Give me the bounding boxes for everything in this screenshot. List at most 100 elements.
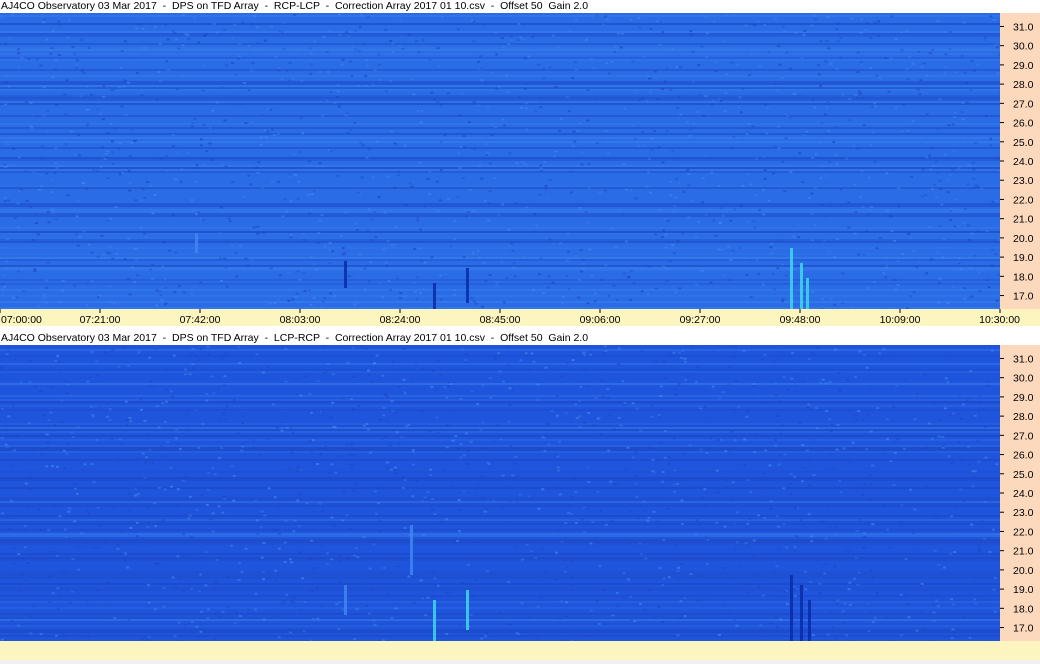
noise-speckle: [521, 161, 525, 164]
noise-speckle: [970, 232, 974, 235]
noise-speckle: [291, 601, 295, 604]
noise-speckle: [453, 288, 457, 291]
noise-speckle: [105, 251, 109, 254]
noise-speckle: [201, 423, 205, 425]
noise-speckle: [282, 48, 286, 51]
noise-speckle: [45, 465, 49, 468]
noise-speckle: [687, 216, 691, 219]
noise-speckle: [490, 134, 494, 137]
noise-speckle: [543, 570, 547, 573]
noise-speckle: [886, 528, 890, 531]
noise-speckle: [932, 164, 936, 167]
noise-speckle: [102, 254, 106, 256]
noise-speckle: [285, 210, 289, 213]
noise-speckle: [490, 123, 494, 126]
noise-speckle: [946, 178, 950, 181]
noise-speckle: [892, 484, 896, 487]
noise-speckle: [436, 101, 440, 103]
noise-speckle: [366, 83, 370, 86]
noise-speckle: [51, 465, 54, 467]
noise-speckle: [260, 114, 264, 117]
noise-speckle: [354, 30, 358, 33]
noise-speckle: [973, 598, 977, 601]
noise-speckle: [955, 530, 959, 533]
noise-speckle: [483, 199, 487, 202]
noise-speckle: [936, 171, 940, 174]
y-tick-label: 24.0: [1013, 156, 1034, 168]
noise-speckle: [363, 288, 367, 291]
noise-speckle: [675, 66, 679, 68]
noise-speckle: [336, 174, 340, 177]
noise-speckle: [27, 422, 31, 425]
noise-speckle: [567, 512, 571, 514]
noise-speckle: [308, 289, 311, 292]
noise-speckle: [569, 513, 573, 515]
noise-speckle: [625, 407, 629, 409]
noise-speckle: [989, 137, 993, 140]
noise-speckle: [694, 381, 698, 384]
noise-speckle: [282, 600, 286, 603]
noise-speckle: [390, 243, 394, 246]
noise-speckle: [704, 16, 708, 19]
noise-speckle: [919, 79, 923, 82]
noise-speckle: [657, 414, 661, 417]
noise-speckle: [950, 461, 954, 464]
noise-speckle: [106, 150, 110, 153]
noise-speckle: [674, 394, 678, 396]
noise-speckle: [821, 520, 825, 523]
noise-speckle: [507, 581, 511, 584]
noise-speckle: [197, 359, 201, 362]
noise-speckle: [497, 85, 501, 88]
noise-speckle: [507, 228, 511, 231]
noise-speckle: [824, 537, 828, 540]
noise-speckle: [617, 416, 621, 419]
noise-speckle: [830, 423, 834, 426]
noise-speckle: [64, 535, 68, 538]
noise-speckle: [111, 507, 115, 510]
noise-speckle: [234, 73, 238, 76]
noise-speckle: [625, 240, 628, 243]
noise-speckle: [253, 15, 256, 17]
noise-speckle: [993, 44, 997, 47]
noise-speckle: [143, 232, 147, 235]
noise-speckle: [543, 449, 547, 452]
noise-speckle: [574, 19, 578, 22]
noise-speckle: [648, 77, 652, 80]
noise-speckle: [687, 173, 691, 176]
noise-speckle: [735, 541, 739, 544]
noise-speckle: [992, 18, 996, 21]
noise-speckle: [810, 24, 814, 27]
noise-speckle: [901, 253, 904, 256]
noise-speckle: [984, 456, 988, 459]
noise-speckle: [517, 22, 521, 25]
noise-speckle: [0, 366, 4, 369]
noise-speckle: [694, 486, 698, 488]
noise-speckle: [288, 175, 292, 178]
noise-speckle: [721, 214, 725, 217]
noise-speckle: [714, 70, 718, 73]
noise-speckle: [145, 456, 148, 459]
noise-speckle: [915, 393, 919, 396]
noise-speckle: [677, 351, 681, 354]
noise-speckle: [961, 118, 965, 121]
noise-speckle: [174, 251, 178, 254]
noise-speckle: [76, 244, 80, 247]
noise-speckle: [968, 463, 972, 466]
noise-speckle: [696, 110, 700, 113]
noise-speckle: [492, 499, 496, 502]
noise-speckle: [871, 621, 875, 624]
noise-speckle: [672, 244, 675, 247]
noise-speckle: [286, 271, 290, 274]
noise-speckle: [271, 552, 275, 555]
noise-speckle: [242, 196, 246, 198]
noise-speckle: [456, 540, 460, 543]
noise-speckle: [671, 48, 675, 51]
noise-speckle: [864, 28, 868, 31]
noise-speckle: [831, 467, 835, 470]
noise-speckle: [785, 546, 789, 549]
noise-speckle: [433, 577, 437, 580]
noise-speckle: [449, 638, 453, 640]
noise-speckle: [468, 189, 472, 192]
noise-speckle: [972, 69, 976, 72]
noise-speckle: [821, 165, 825, 168]
